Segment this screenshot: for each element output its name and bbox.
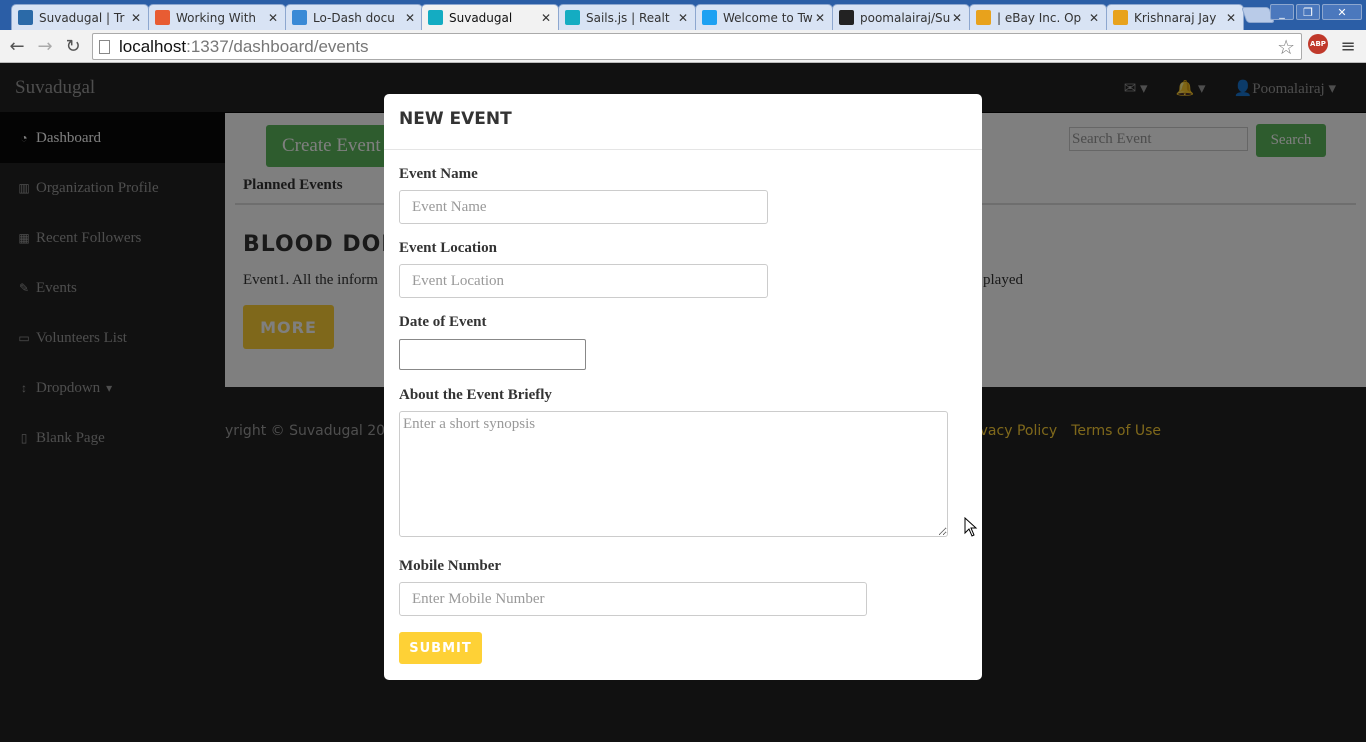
event-name-input[interactable] [399,190,768,224]
tab-title: Suvadugal | Tr [39,10,125,25]
event-location-input[interactable] [399,264,768,298]
browser-tab[interactable]: Suvadugal ✕ [421,4,559,30]
close-window-button[interactable]: ✕ [1322,4,1362,20]
browser-tab[interactable]: Suvadugal | Tr ✕ [11,4,149,30]
page-icon [99,39,110,54]
tab-title: poomalairaj/Su [860,10,951,25]
back-icon[interactable]: ← [6,35,28,57]
adblock-icon[interactable]: ABP [1308,34,1328,54]
about-textarea[interactable] [399,411,948,537]
github-icon [839,10,854,25]
close-tab-icon[interactable]: ✕ [404,11,416,25]
close-tab-icon[interactable]: ✕ [951,11,963,25]
twitter-icon [702,10,717,25]
sails-icon [565,10,580,25]
tab-title: Suvadugal [449,10,513,25]
event-name-label: Event Name [399,166,478,182]
close-tab-icon[interactable]: ✕ [130,11,142,25]
close-tab-icon[interactable]: ✕ [540,11,552,25]
restore-button[interactable]: ❐ [1296,4,1320,20]
tab-title: Lo-Dash docu [313,10,395,25]
browser-tab[interactable]: | eBay Inc. Op ✕ [969,4,1107,30]
date-input[interactable] [399,339,586,370]
mobile-label: Mobile Number [399,558,502,574]
window-controls: _ ❐ ✕ [1270,4,1362,20]
address-bar[interactable]: localhost:1337/dashboard/events ☆ [92,33,1302,60]
modal-header: NEW EVENT [384,94,982,150]
browser-tab[interactable]: Working With ✕ [148,4,286,30]
url-path: :1337/dashboard/events [186,36,369,56]
mobile-input[interactable] [399,582,867,616]
tab-title: Working With [176,10,257,25]
close-tab-icon[interactable]: ✕ [1088,11,1100,25]
about-label: About the Event Briefly [399,387,552,403]
pinwheel-icon [1113,10,1128,25]
browser-tabstrip: Suvadugal | Tr ✕ Working With ✕ Lo-Dash docu… [0,0,1366,30]
pinwheel-icon [976,10,991,25]
close-tab-icon[interactable]: ✕ [267,11,279,25]
new-event-modal: NEW EVENT Event Name Event Location Date… [384,94,982,680]
minimize-button[interactable]: _ [1270,4,1294,20]
modal-title: NEW EVENT [399,109,512,129]
browser-tab[interactable]: Sails.js | Realt ✕ [558,4,696,30]
url-host: localhost [119,36,187,56]
forward-icon[interactable]: → [34,35,56,57]
browser-menu-icon[interactable]: ≡ [1338,36,1358,57]
tab-title: Welcome to Tw [723,10,813,25]
close-tab-icon[interactable]: ✕ [1225,11,1237,25]
mouse-cursor-icon [964,517,978,537]
lodash-icon [292,10,307,25]
bookmark-star-icon[interactable]: ☆ [1277,35,1295,60]
browser-tab[interactable]: poomalairaj/Su ✕ [832,4,970,30]
tab-title: Krishnaraj Jay [1134,10,1217,25]
event-location-label: Event Location [399,240,497,256]
browser-toolbar: ← → ↻ localhost:1337/dashboard/events ☆ … [0,30,1366,63]
browser-tab[interactable]: Welcome to Tw ✕ [695,4,833,30]
plus-icon [155,10,170,25]
browser-tab[interactable]: Krishnaraj Jay ✕ [1106,4,1244,30]
reload-icon[interactable]: ↻ [62,35,84,57]
sails-icon [428,10,443,25]
tab-title: Sails.js | Realt [586,10,670,25]
tab-title: | eBay Inc. Op [997,10,1082,25]
submit-button[interactable]: SUBMIT [399,632,482,664]
date-label: Date of Event [399,314,487,330]
trello-icon [18,10,33,25]
browser-tab[interactable]: Lo-Dash docu ✕ [285,4,423,30]
close-tab-icon[interactable]: ✕ [814,11,826,25]
close-tab-icon[interactable]: ✕ [677,11,689,25]
